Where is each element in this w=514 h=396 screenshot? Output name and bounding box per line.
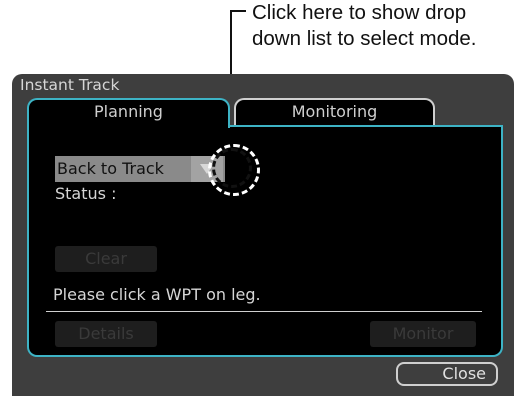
hint-text: Please click a WPT on leg. (53, 285, 261, 304)
mode-select[interactable]: Back to Track (55, 156, 225, 182)
callout-line-2: down list to select mode. (252, 27, 477, 50)
close-button[interactable]: Close (396, 362, 498, 386)
window-title: Instant Track (20, 76, 120, 94)
monitor-button[interactable]: Monitor (370, 321, 476, 347)
callout-annotation: Click here to show drop down list to sel… (252, 0, 514, 52)
details-button[interactable]: Details (55, 321, 157, 347)
instant-track-window: Instant Track Monitoring Planning Back t… (12, 74, 514, 396)
divider (46, 311, 482, 312)
callout-leader-horizontal (230, 10, 246, 12)
panel-top-border (228, 125, 501, 127)
status-label: Status : (55, 184, 117, 203)
clear-button[interactable]: Clear (55, 246, 157, 272)
tab-planning[interactable]: Planning (27, 98, 230, 128)
highlight-circle-inner (212, 148, 252, 188)
mode-select-value: Back to Track (57, 159, 164, 178)
callout-line-1: Click here to show drop (252, 1, 467, 24)
tab-monitoring[interactable]: Monitoring (234, 98, 435, 126)
